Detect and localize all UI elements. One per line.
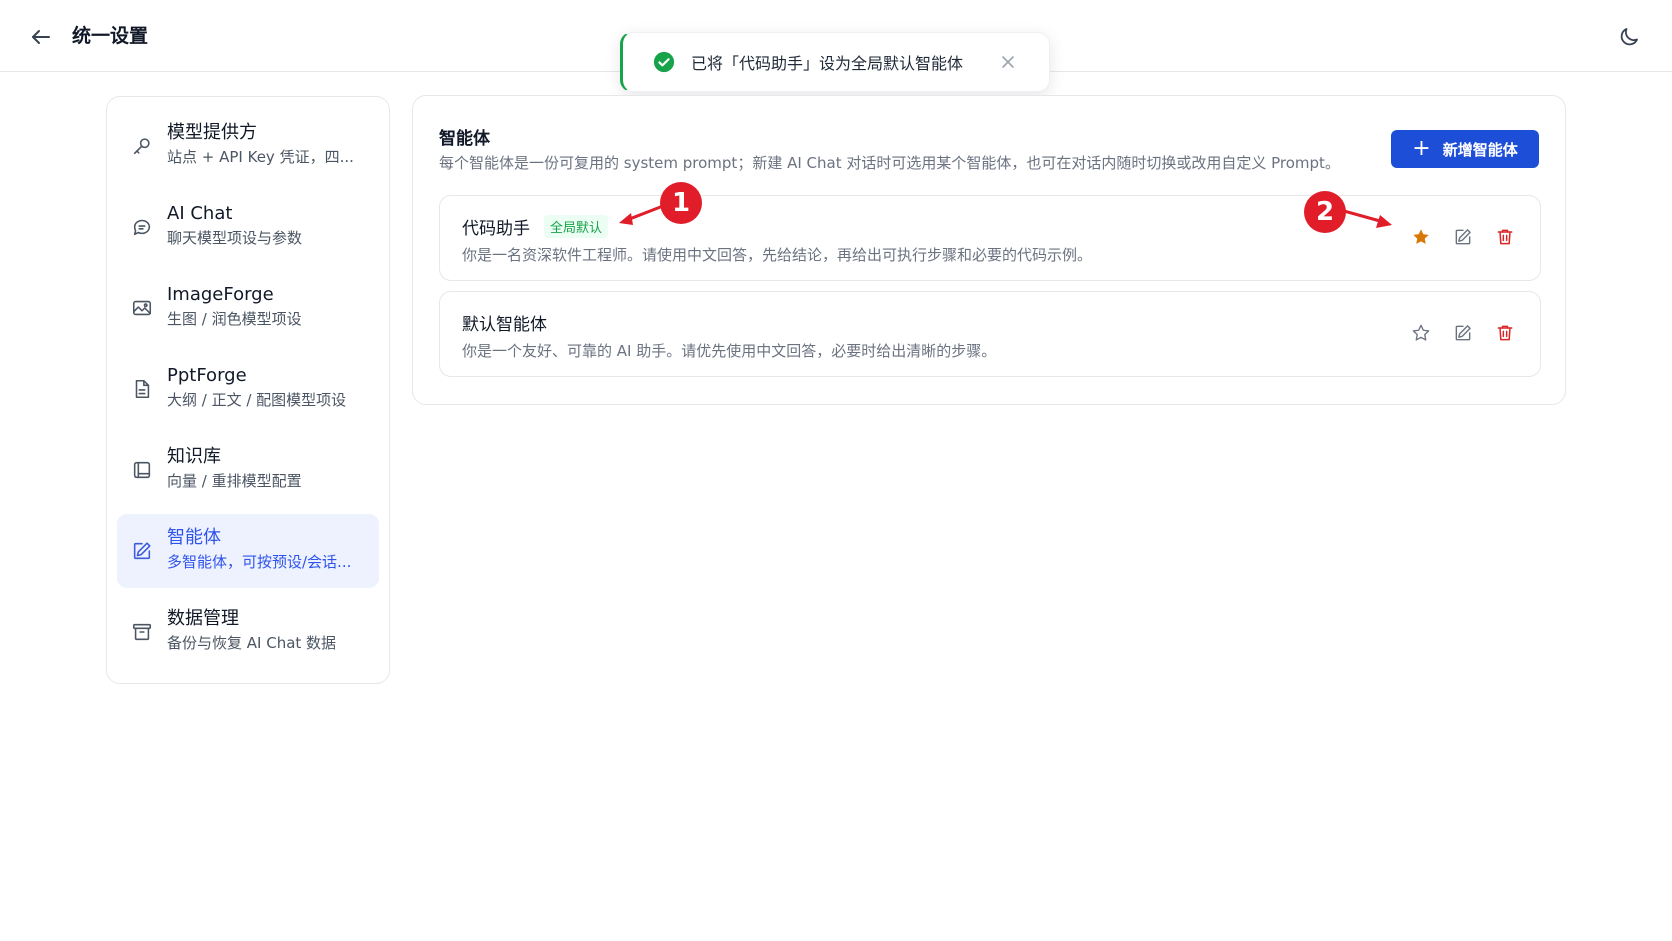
sidebar-item-title: 知识库: [167, 446, 221, 467]
edit-icon: [1455, 229, 1471, 245]
set-default-button[interactable]: [1410, 226, 1432, 248]
agent-prompt: 你是一名资深软件工程师。请使用中文回答，先给结论，再给出可执行步骤和必要的代码示…: [462, 246, 1093, 264]
edit-agent-button[interactable]: [1452, 322, 1474, 344]
trash-icon: [1497, 325, 1513, 341]
sidebar-item-title: PptForge: [167, 365, 247, 386]
delete-agent-button[interactable]: [1494, 226, 1516, 248]
star-filled-icon: [1413, 229, 1429, 244]
archive-icon: [132, 623, 152, 641]
moon-icon: [1620, 28, 1638, 46]
sidebar-item-subtitle: 站点 + API Key 凭证，四...: [167, 148, 354, 166]
sidebar-item-title: AI Chat: [167, 203, 233, 224]
sidebar-item-title: 智能体: [167, 527, 221, 548]
agent-actions: [1390, 226, 1516, 248]
page-title: 统一设置: [72, 25, 149, 47]
toast-message: 已将「代码助手」设为全局默认智能体: [691, 54, 964, 73]
close-icon: [1002, 56, 1014, 68]
annotation-arrow-2: [1342, 209, 1392, 228]
sidebar-item-subtitle: 大纲 / 正文 / 配图模型项设: [167, 391, 347, 409]
edit-icon: [133, 542, 151, 560]
arrow-left-icon: [32, 30, 50, 44]
sidebar-item-title: 数据管理: [167, 608, 239, 629]
sidebar-item-data-management[interactable]: 数据管理 备份与恢复 AI Chat 数据: [117, 595, 379, 669]
success-toast: 已将「代码助手」设为全局默认智能体: [620, 32, 1050, 92]
document-icon: [135, 379, 150, 399]
edit-agent-button[interactable]: [1452, 226, 1474, 248]
agent-name: 默认智能体: [462, 315, 547, 335]
star-outline-icon: [1412, 324, 1430, 341]
sidebar-item-subtitle: 备份与恢复 AI Chat 数据: [167, 634, 337, 652]
sidebar-item-title: 模型提供方: [167, 122, 257, 143]
sidebar-item-title: ImageForge: [167, 284, 274, 305]
agent-actions: [1390, 322, 1516, 344]
delete-agent-button[interactable]: [1494, 322, 1516, 344]
check-circle-icon: [653, 51, 675, 73]
default-badge: 全局默认: [544, 215, 609, 238]
add-agent-label: 新增智能体: [1442, 140, 1518, 159]
add-agent-button[interactable]: + 新增智能体: [1391, 130, 1539, 168]
sidebar-item-subtitle: 多智能体，可按预设/会话...: [167, 553, 352, 571]
toast-close-button[interactable]: [997, 51, 1019, 73]
sidebar-item-knowledge-base[interactable]: 知识库 向量 / 重排模型配置: [117, 433, 379, 507]
book-icon: [133, 461, 151, 479]
plus-icon: +: [1412, 136, 1431, 161]
edit-icon: [1455, 325, 1471, 341]
key-icon: [133, 138, 150, 155]
set-default-button[interactable]: [1410, 322, 1432, 344]
back-button[interactable]: [26, 22, 56, 52]
image-icon: [132, 300, 152, 316]
sidebar-item-subtitle: 向量 / 重排模型配置: [167, 472, 302, 490]
sidebar-item-pptforge[interactable]: PptForge 大纲 / 正文 / 配图模型项设: [117, 352, 379, 426]
agent-prompt: 你是一个友好、可靠的 AI 助手。请优先使用中文回答，必要时给出清晰的步骤。: [462, 342, 997, 360]
sidebar-item-ai-chat[interactable]: AI Chat 聊天模型项设与参数: [117, 190, 379, 264]
annotation-arrow-1: [619, 204, 665, 225]
agent-name-row: 默认智能体: [462, 310, 547, 335]
trash-icon: [1497, 229, 1513, 245]
sidebar-item-subtitle: 聊天模型项设与参数: [167, 229, 303, 247]
sidebar-item-subtitle: 生图 / 润色模型项设: [167, 310, 302, 328]
sidebar-item-model-providers[interactable]: 模型提供方 站点 + API Key 凭证，四...: [117, 109, 379, 183]
agent-card[interactable]: 默认智能体 你是一个友好、可靠的 AI 助手。请优先使用中文回答，必要时给出清晰…: [439, 291, 1541, 377]
agents-panel: 智能体 每个智能体是一份可复用的 system prompt；新建 AI Cha…: [412, 95, 1566, 405]
theme-toggle-button[interactable]: [1614, 22, 1644, 52]
chat-icon: [133, 219, 151, 236]
section-title: 智能体: [439, 129, 490, 149]
agent-name: 代码助手: [462, 219, 530, 239]
sidebar-item-imageforge[interactable]: ImageForge 生图 / 润色模型项设: [117, 271, 379, 345]
section-description: 每个智能体是一份可复用的 system prompt；新建 AI Chat 对话…: [439, 154, 1340, 172]
sidebar-item-agents[interactable]: 智能体 多智能体，可按预设/会话...: [117, 514, 379, 588]
agent-name-row: 代码助手 全局默认: [462, 214, 609, 239]
settings-sidebar: 模型提供方 站点 + API Key 凭证，四... AI Chat 聊天模型项…: [106, 96, 390, 684]
